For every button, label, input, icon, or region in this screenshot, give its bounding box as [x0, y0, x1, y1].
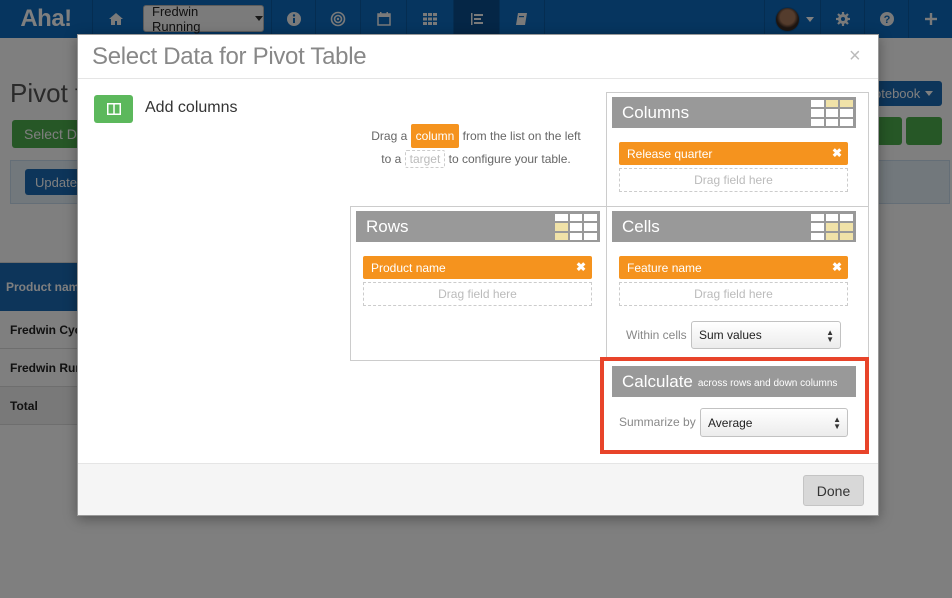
pivot-data-modal: Select Data for Pivot Table × Add column… [77, 34, 879, 516]
add-columns-button[interactable] [94, 95, 133, 123]
hint-text: Drag a [371, 129, 408, 143]
instructions: Drag a column from the list on the left … [361, 124, 591, 170]
add-columns-title: Add columns [145, 99, 238, 116]
columns-icon [106, 103, 121, 115]
rows-layout-icon [555, 214, 597, 240]
cells-layout-icon [811, 214, 853, 240]
cells-zone-header: Cells [612, 211, 856, 242]
rows-zone-title: Rows [366, 216, 409, 236]
within-cells-label: Within cells [626, 328, 687, 342]
cell-field-name: Feature name [627, 260, 702, 275]
within-cells-value: Sum values [699, 328, 762, 342]
modal-header: Select Data for Pivot Table × [78, 35, 878, 79]
close-icon[interactable]: × [849, 45, 861, 68]
rows-zone-header: Rows [356, 211, 600, 242]
remove-icon[interactable]: ✖ [832, 146, 842, 160]
cells-zone-title: Cells [622, 216, 660, 236]
within-cells-select[interactable]: Sum values ▲ ▼ [691, 321, 841, 349]
columns-zone-title: Columns [622, 102, 690, 122]
modal-footer: Done [78, 463, 878, 515]
column-field-pill[interactable]: Release quarter ✖ [619, 142, 848, 165]
target-chip: target [404, 150, 446, 168]
cells-drop-target[interactable]: Drag field here [619, 282, 848, 306]
done-button[interactable]: Done [803, 475, 864, 506]
columns-zone-header: Columns [612, 97, 856, 128]
hint-text: to configure your table. [448, 152, 571, 166]
remove-icon[interactable]: ✖ [576, 260, 586, 274]
column-field-name: Release quarter [627, 146, 713, 161]
row-field-name: Product name [371, 260, 446, 275]
cell-field-pill[interactable]: Feature name ✖ [619, 256, 848, 279]
column-chip: column [410, 124, 460, 148]
row-field-pill[interactable]: Product name ✖ [363, 256, 592, 279]
calculate-highlight-box [600, 357, 869, 454]
columns-layout-icon [811, 100, 853, 126]
hint-text: to a [381, 152, 402, 166]
hint-text: from the list on the left [462, 129, 581, 143]
rows-drop-target[interactable]: Drag field here [363, 282, 592, 306]
columns-drop-target[interactable]: Drag field here [619, 168, 848, 192]
remove-icon[interactable]: ✖ [832, 260, 842, 274]
select-arrows-icon: ▲ ▼ [826, 328, 834, 344]
modal-title: Select Data for Pivot Table [92, 43, 367, 70]
